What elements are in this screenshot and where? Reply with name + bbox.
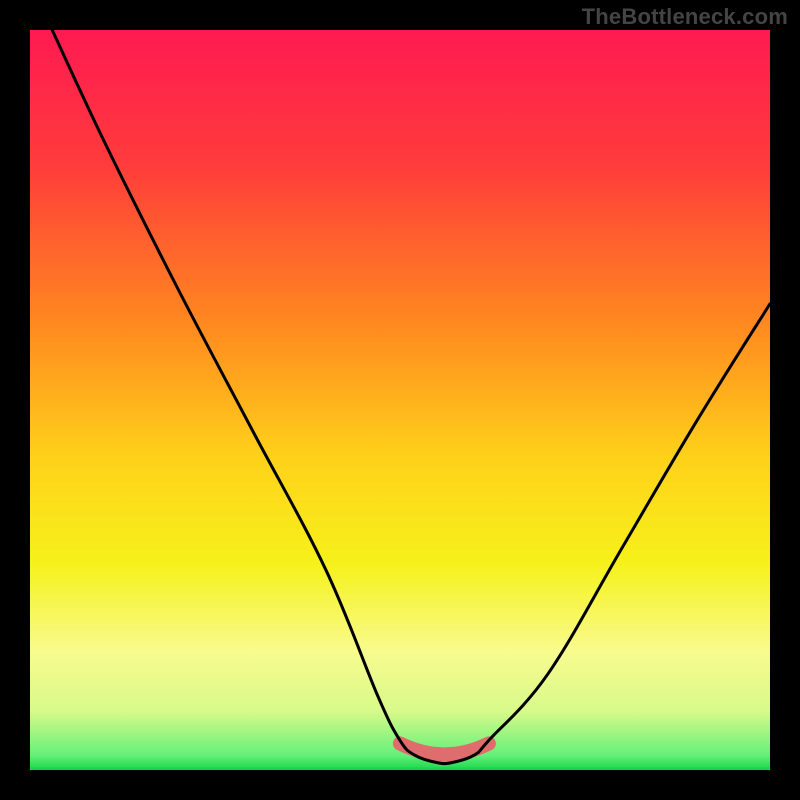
gradient-background [30,30,770,770]
chart-frame: TheBottleneck.com [0,0,800,800]
watermark-text: TheBottleneck.com [582,4,788,30]
chart-svg [30,30,770,770]
plot-area [30,30,770,770]
